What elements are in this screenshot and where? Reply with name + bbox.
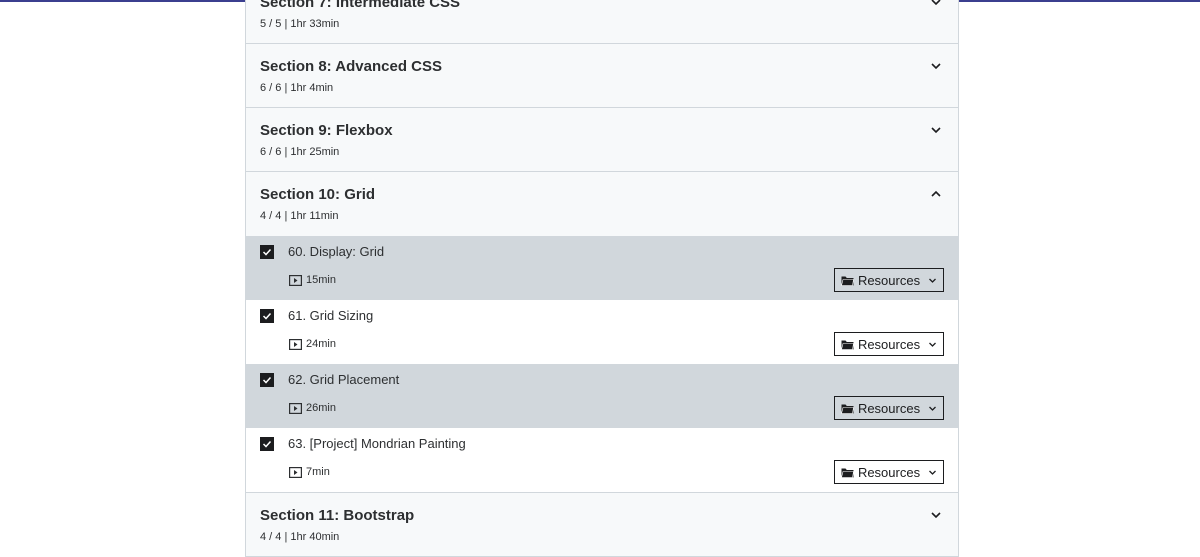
resources-label: Resources (857, 464, 921, 480)
completed-checkbox[interactable] (260, 437, 274, 451)
play-icon (289, 338, 302, 350)
chevron-down-icon[interactable] (930, 124, 942, 136)
lecture-duration: 24min (289, 338, 336, 350)
checkmark-icon (262, 440, 272, 448)
folder-icon (841, 467, 854, 478)
section-header-7[interactable]: Section 7: Intermediate CSS 5 / 5 | 1hr … (246, 0, 958, 44)
play-icon (289, 466, 302, 478)
chevron-down-icon[interactable] (930, 0, 942, 8)
section-title: Section 11: Bootstrap (260, 507, 415, 524)
chevron-down-icon (928, 340, 937, 349)
resources-button[interactable]: Resources (834, 332, 944, 356)
folder-icon (841, 403, 854, 414)
folder-icon (841, 339, 854, 350)
play-icon (289, 274, 302, 286)
lecture-title: 61. Grid Sizing (288, 308, 374, 323)
section-title: Section 9: Flexbox (260, 122, 393, 139)
checkmark-icon (262, 376, 272, 384)
section-header-10[interactable]: Section 10: Grid 4 / 4 | 1hr 11min (246, 172, 958, 236)
section-meta: 5 / 5 | 1hr 33min (260, 18, 340, 30)
chevron-down-icon (928, 404, 937, 413)
lecture-item[interactable]: 60. Display: Grid 15min Resources (246, 236, 958, 300)
lecture-item[interactable]: 62. Grid Placement 26min Resources (246, 364, 958, 428)
resources-label: Resources (857, 272, 921, 288)
checkmark-icon (262, 312, 272, 320)
section-title: Section 8: Advanced CSS (260, 58, 442, 75)
lecture-title: 60. Display: Grid (288, 244, 385, 259)
resources-button[interactable]: Resources (834, 268, 944, 292)
course-content-panel: Section 7: Intermediate CSS 5 / 5 | 1hr … (245, 0, 959, 557)
folder-icon (841, 275, 854, 286)
resources-label: Resources (857, 400, 921, 416)
section-header-11[interactable]: Section 11: Bootstrap 4 / 4 | 1hr 40min (246, 493, 958, 557)
checkmark-icon (262, 248, 272, 256)
completed-checkbox[interactable] (260, 373, 274, 387)
completed-checkbox[interactable] (260, 309, 274, 323)
resources-button[interactable]: Resources (834, 460, 944, 484)
lecture-title: 62. Grid Placement (288, 372, 400, 387)
duration-text: 15min (306, 274, 336, 286)
section-meta: 4 / 4 | 1hr 11min (260, 210, 339, 222)
chevron-up-icon[interactable] (930, 188, 942, 200)
chevron-down-icon (928, 468, 937, 477)
lecture-item[interactable]: 61. Grid Sizing 24min Resources (246, 300, 958, 364)
play-icon (289, 402, 302, 414)
duration-text: 26min (306, 402, 336, 414)
section-meta: 6 / 6 | 1hr 4min (260, 82, 334, 94)
chevron-down-icon[interactable] (930, 60, 942, 72)
lecture-title: 63. [Project] Mondrian Painting (288, 436, 466, 451)
section-title: Section 7: Intermediate CSS (260, 0, 461, 11)
duration-text: 7min (306, 466, 330, 478)
lecture-duration: 15min (289, 274, 336, 286)
section-title: Section 10: Grid (260, 186, 376, 203)
resources-label: Resources (857, 336, 921, 352)
section-header-9[interactable]: Section 9: Flexbox 6 / 6 | 1hr 25min (246, 108, 958, 172)
lecture-duration: 7min (289, 466, 330, 478)
section-header-8[interactable]: Section 8: Advanced CSS 6 / 6 | 1hr 4min (246, 44, 958, 108)
resources-button[interactable]: Resources (834, 396, 944, 420)
chevron-down-icon[interactable] (930, 509, 942, 521)
chevron-down-icon (928, 276, 937, 285)
section-meta: 4 / 4 | 1hr 40min (260, 531, 340, 543)
lecture-item[interactable]: 63. [Project] Mondrian Painting 7min Res… (246, 428, 958, 492)
lecture-duration: 26min (289, 402, 336, 414)
section-meta: 6 / 6 | 1hr 25min (260, 146, 340, 158)
duration-text: 24min (306, 338, 336, 350)
completed-checkbox[interactable] (260, 245, 274, 259)
